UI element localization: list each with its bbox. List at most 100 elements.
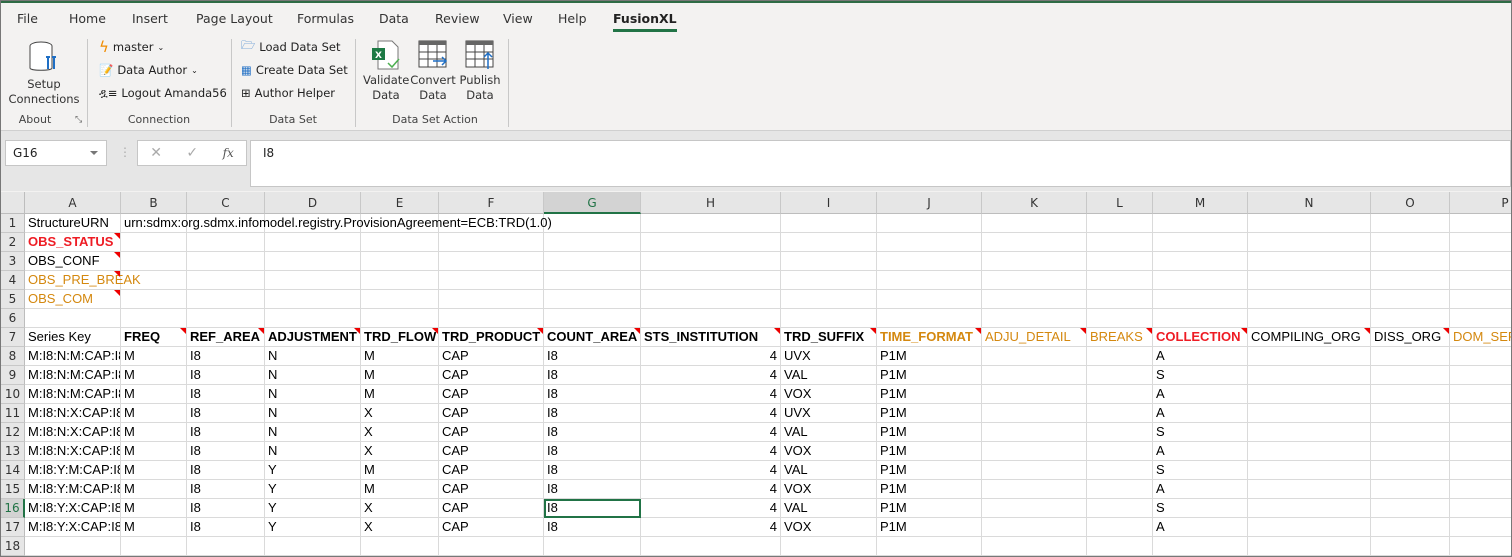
cell-H16[interactable]: 4 <box>641 499 781 518</box>
cell-P17[interactable] <box>1450 518 1511 537</box>
cell-F9[interactable]: CAP <box>439 366 544 385</box>
cell-N16[interactable] <box>1248 499 1371 518</box>
cell-E15[interactable]: M <box>361 480 439 499</box>
cell-D5[interactable] <box>265 290 361 309</box>
tab-formulas[interactable]: Formulas <box>297 11 354 26</box>
cell-E3[interactable] <box>361 252 439 271</box>
cell-N1[interactable] <box>1248 214 1371 233</box>
cell-M11[interactable]: A <box>1153 404 1248 423</box>
cell-D2[interactable] <box>265 233 361 252</box>
cell-G11[interactable]: I8 <box>544 404 641 423</box>
column-header-P[interactable]: P <box>1450 192 1511 214</box>
insert-function-icon[interactable]: fx <box>223 146 234 160</box>
cell-B16[interactable]: M <box>121 499 187 518</box>
row-header-8[interactable]: 8 <box>1 347 25 366</box>
column-header-B[interactable]: B <box>121 192 187 214</box>
cell-P8[interactable] <box>1450 347 1511 366</box>
cell-J10[interactable]: P1M <box>877 385 982 404</box>
cell-E16[interactable]: X <box>361 499 439 518</box>
cell-L13[interactable] <box>1087 442 1153 461</box>
cell-J18[interactable] <box>877 537 982 556</box>
cell-N4[interactable] <box>1248 271 1371 290</box>
cell-O13[interactable] <box>1371 442 1450 461</box>
column-header-M[interactable]: M <box>1153 192 1248 214</box>
tab-home[interactable]: Home <box>69 11 106 26</box>
cell-A4[interactable]: OBS_PRE_BREAK <box>25 271 141 290</box>
cell-F10[interactable]: CAP <box>439 385 544 404</box>
cell-L12[interactable] <box>1087 423 1153 442</box>
cell-M9[interactable]: S <box>1153 366 1248 385</box>
cell-J12[interactable]: P1M <box>877 423 982 442</box>
cell-G3[interactable] <box>544 252 641 271</box>
cell-E10[interactable]: M <box>361 385 439 404</box>
column-header-K[interactable]: K <box>982 192 1087 214</box>
cell-I5[interactable] <box>781 290 877 309</box>
cell-M10[interactable]: A <box>1153 385 1248 404</box>
cell-J1[interactable] <box>877 214 982 233</box>
cell-A15[interactable]: M:I8:Y:M:CAP:I8 <box>25 480 121 499</box>
cell-K1[interactable] <box>982 214 1087 233</box>
cell-M1[interactable] <box>1153 214 1248 233</box>
cell-A8[interactable]: M:I8:N:M:CAP:I8 <box>25 347 121 366</box>
cell-K15[interactable] <box>982 480 1087 499</box>
cell-F15[interactable]: CAP <box>439 480 544 499</box>
cell-J2[interactable] <box>877 233 982 252</box>
cell-K18[interactable] <box>982 537 1087 556</box>
cell-B2[interactable] <box>121 233 187 252</box>
cell-L3[interactable] <box>1087 252 1153 271</box>
cell-H15[interactable]: 4 <box>641 480 781 499</box>
cell-I6[interactable] <box>781 309 877 328</box>
cell-N18[interactable] <box>1248 537 1371 556</box>
cell-G18[interactable] <box>544 537 641 556</box>
cell-C2[interactable] <box>187 233 265 252</box>
cell-F7[interactable]: TRD_PRODUCT <box>439 328 544 347</box>
cell-E13[interactable]: X <box>361 442 439 461</box>
cell-B15[interactable]: M <box>121 480 187 499</box>
row-header-3[interactable]: 3 <box>1 252 25 271</box>
cell-K10[interactable] <box>982 385 1087 404</box>
cell-O17[interactable] <box>1371 518 1450 537</box>
column-header-H[interactable]: H <box>641 192 781 214</box>
cell-E2[interactable] <box>361 233 439 252</box>
cell-C18[interactable] <box>187 537 265 556</box>
cell-E4[interactable] <box>361 271 439 290</box>
cell-I13[interactable]: VOX <box>781 442 877 461</box>
cell-I18[interactable] <box>781 537 877 556</box>
cell-G8[interactable]: I8 <box>544 347 641 366</box>
cell-O15[interactable] <box>1371 480 1450 499</box>
cell-H8[interactable]: 4 <box>641 347 781 366</box>
convert-data-button[interactable]: Convert Data <box>410 39 456 103</box>
cell-L9[interactable] <box>1087 366 1153 385</box>
cell-D14[interactable]: Y <box>265 461 361 480</box>
cell-L16[interactable] <box>1087 499 1153 518</box>
cell-M18[interactable] <box>1153 537 1248 556</box>
cell-B6[interactable] <box>121 309 187 328</box>
row-header-17[interactable]: 17 <box>1 518 25 537</box>
cell-B13[interactable]: M <box>121 442 187 461</box>
cell-C14[interactable]: I8 <box>187 461 265 480</box>
cell-A12[interactable]: M:I8:N:X:CAP:I8 <box>25 423 121 442</box>
cell-F18[interactable] <box>439 537 544 556</box>
cell-G16[interactable]: I8 <box>544 499 641 518</box>
cell-C7[interactable]: REF_AREA <box>187 328 265 347</box>
cell-K11[interactable] <box>982 404 1087 423</box>
cell-N2[interactable] <box>1248 233 1371 252</box>
cell-I10[interactable]: VOX <box>781 385 877 404</box>
cell-I11[interactable]: UVX <box>781 404 877 423</box>
cell-I16[interactable]: VAL <box>781 499 877 518</box>
cell-B14[interactable]: M <box>121 461 187 480</box>
row-header-14[interactable]: 14 <box>1 461 25 480</box>
cell-C5[interactable] <box>187 290 265 309</box>
load-data-set-button[interactable]: 🗁 Load Data Set <box>241 37 341 57</box>
cell-G13[interactable]: I8 <box>544 442 641 461</box>
cell-L11[interactable] <box>1087 404 1153 423</box>
setup-connections-button[interactable]: Setup Connections <box>7 39 81 107</box>
cell-A10[interactable]: M:I8:N:M:CAP:I8 <box>25 385 121 404</box>
cell-B5[interactable] <box>121 290 187 309</box>
cell-G9[interactable]: I8 <box>544 366 641 385</box>
cell-N15[interactable] <box>1248 480 1371 499</box>
cell-C9[interactable]: I8 <box>187 366 265 385</box>
cell-O5[interactable] <box>1371 290 1450 309</box>
cell-N6[interactable] <box>1248 309 1371 328</box>
cell-E17[interactable]: X <box>361 518 439 537</box>
